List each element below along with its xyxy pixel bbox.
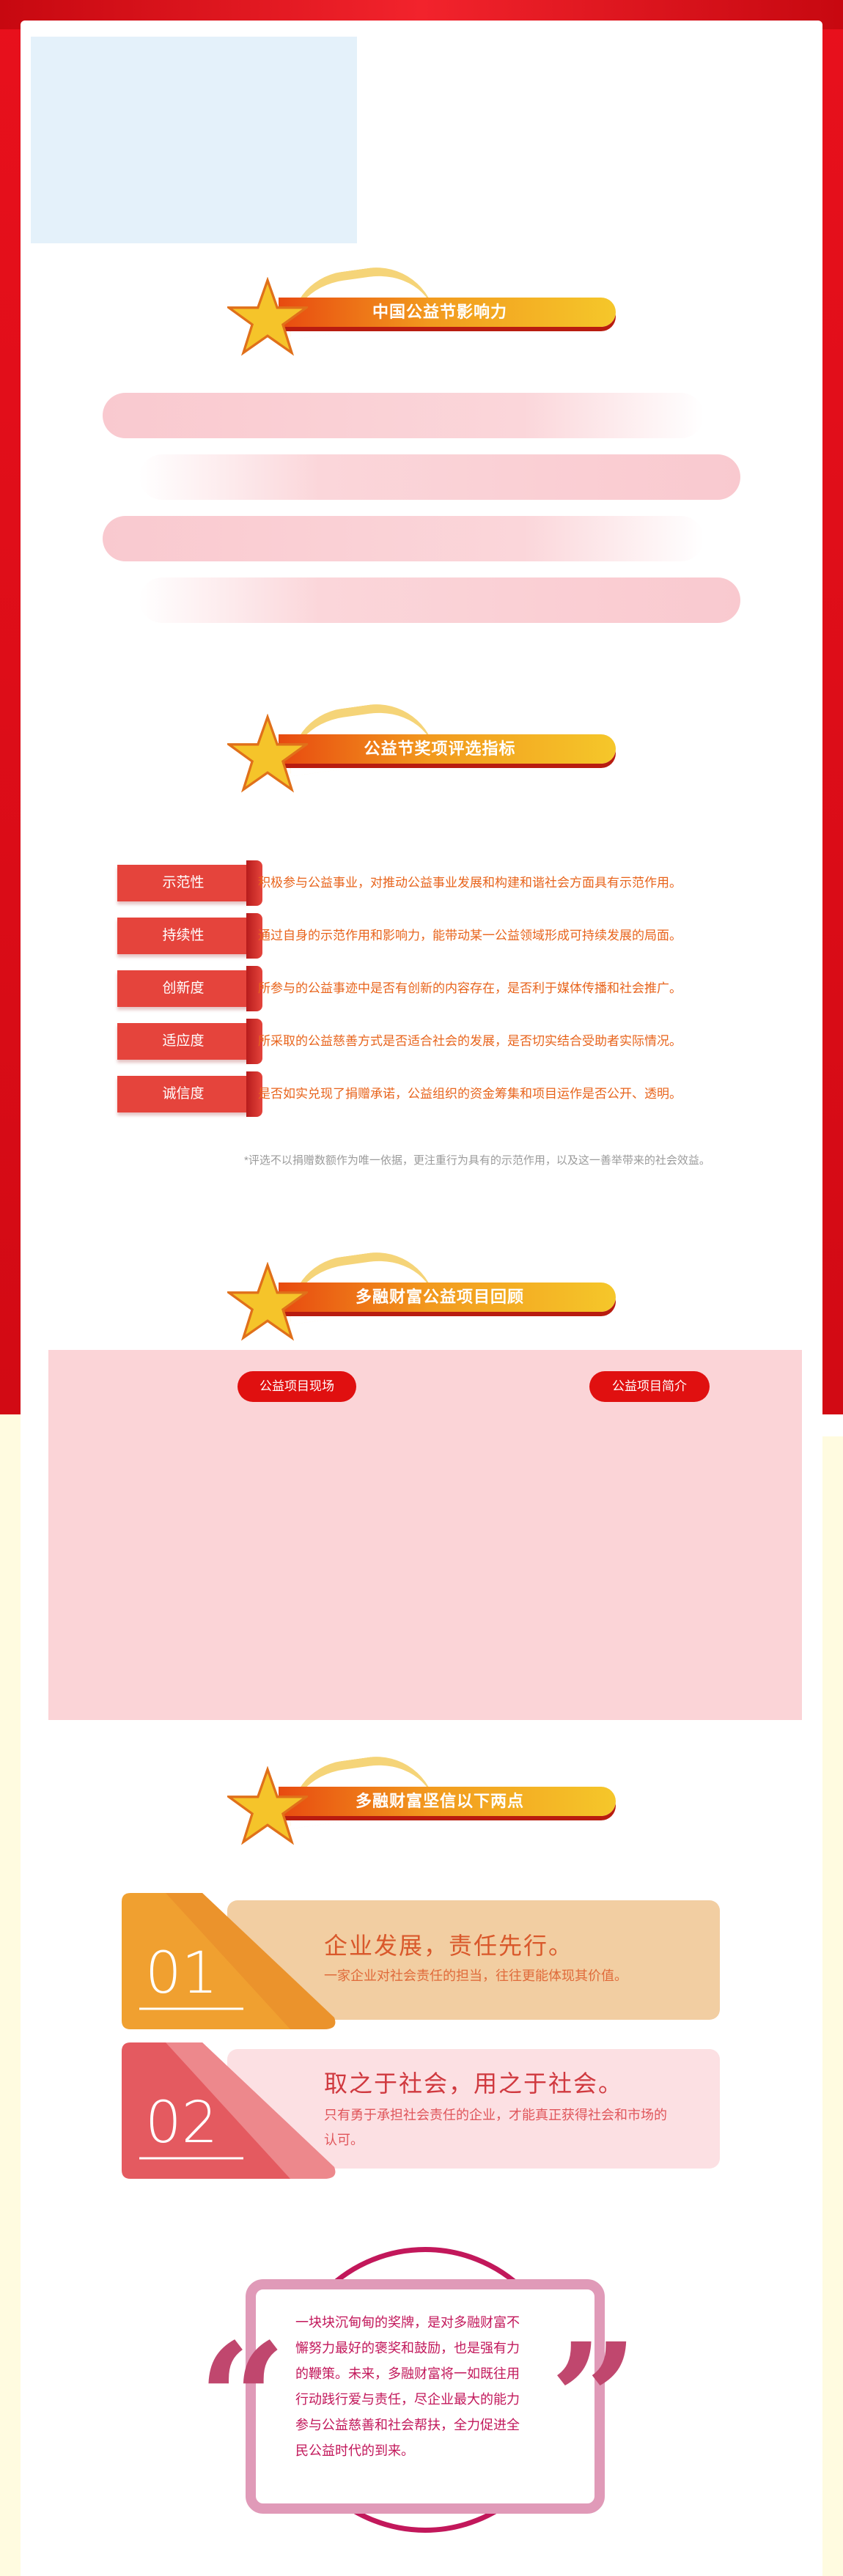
belief-card-2-desc-line-2: 认可。 [324,2133,364,2147]
star-icon [227,1262,308,1341]
section-header-beliefs: 多融财富坚信以下两点 [227,1749,623,1845]
quote-open-icon: “ [198,2309,287,2490]
belief-card-1-number: 01 [145,1941,218,2007]
criteria-tag: 诚信度 [117,1071,262,1117]
criteria-text: 通过自身的示范作用和影响力，能带动某一公益领域形成可持续发展的局面。 [258,929,682,942]
section-header-criteria: 公益节奖项评选指标 [227,696,623,793]
cream-side-left [0,1414,21,2576]
project-review-panel [48,1350,802,1720]
influence-bar-1 [103,393,704,438]
belief-card-1-title: 企业发展，责任先行。 [324,1933,574,1959]
influence-bar-2 [139,454,740,500]
star-icon [227,277,308,356]
logo-image-placeholder [31,37,357,243]
criteria-text: 所采取的公益慈善方式是否适合社会的发展，是否切实结合受助者实际情况。 [258,1034,682,1048]
criteria-text: 是否如实兑现了捐赠承诺，公益组织的资金筹集和项目运作是否公开、透明。 [258,1087,682,1101]
section-header-review: 多融财富公益项目回顾 [227,1244,623,1341]
star-icon [227,1766,308,1845]
section-title: 多融财富公益项目回顾 [355,1288,524,1306]
influence-bar-4 [139,577,740,623]
section-ribbon: 多融财富公益项目回顾 [279,1283,616,1312]
project-site-tab[interactable]: 公益项目现场 [238,1371,356,1402]
influence-bar-3 [103,516,704,561]
section-title: 多融财富坚信以下两点 [355,1792,524,1810]
belief-card-2-desc-line-1: 只有勇于承担社会责任的企业，才能真正获得社会和市场的 [324,2108,667,2122]
quote-line: 懈努力最好的褒奖和鼓励，也是强有力 [295,2341,520,2355]
project-intro-tab[interactable]: 公益项目简介 [589,1371,710,1402]
star-icon [227,714,308,793]
section-title: 中国公益节影响力 [372,303,507,321]
section-ribbon: 多融财富坚信以下两点 [279,1787,616,1816]
belief-card-2-title: 取之于社会，用之于社会。 [324,2070,624,2097]
criteria-tag: 创新度 [117,966,262,1011]
quote-line: 参与公益慈善和社会帮扶，全力促进全 [295,2418,520,2432]
criteria-tag: 持续性 [117,913,262,959]
section-ribbon: 公益节奖项评选指标 [279,734,616,764]
criteria-footnote: *评选不以捐赠数额作为唯一依据，更注重行为具有的示范作用，以及这一善举带来的社会… [244,1154,710,1167]
quote-close-icon: ” [550,2309,638,2490]
belief-card-2-number: 02 [145,2090,218,2156]
quote-line: 民公益时代的到来。 [295,2443,414,2458]
criteria-text: 积极参与公益事业，对推动公益事业发展和构建和谐社会方面具有示范作用。 [258,876,682,890]
criteria-tag: 适应度 [117,1019,262,1064]
quote-line: 一块块沉甸甸的奖牌，是对多融财富不 [295,2315,520,2330]
quote-line: 行动践行爱与责任，尽企业最大的能力 [295,2392,520,2407]
belief-card-1-desc: 一家企业对社会责任的担当，往往更能体现其价值。 [324,1968,627,1983]
criteria-tag: 示范性 [117,860,262,906]
quote-text: 一块块沉甸甸的奖牌，是对多融财富不 懈努力最好的褒奖和鼓励，也是强有力 的鞭策。… [295,2310,553,2464]
criteria-text: 所参与的公益事迹中是否有创新的内容存在，是否利于媒体传播和社会推广。 [258,981,682,995]
cream-side-right [822,1436,843,2576]
quote-line: 的鞭策。未来，多融财富将一如既往用 [295,2366,520,2381]
section-header-influence: 中国公益节影响力 [227,259,623,356]
section-ribbon: 中国公益节影响力 [279,298,616,327]
section-title: 公益节奖项评选指标 [364,739,516,758]
